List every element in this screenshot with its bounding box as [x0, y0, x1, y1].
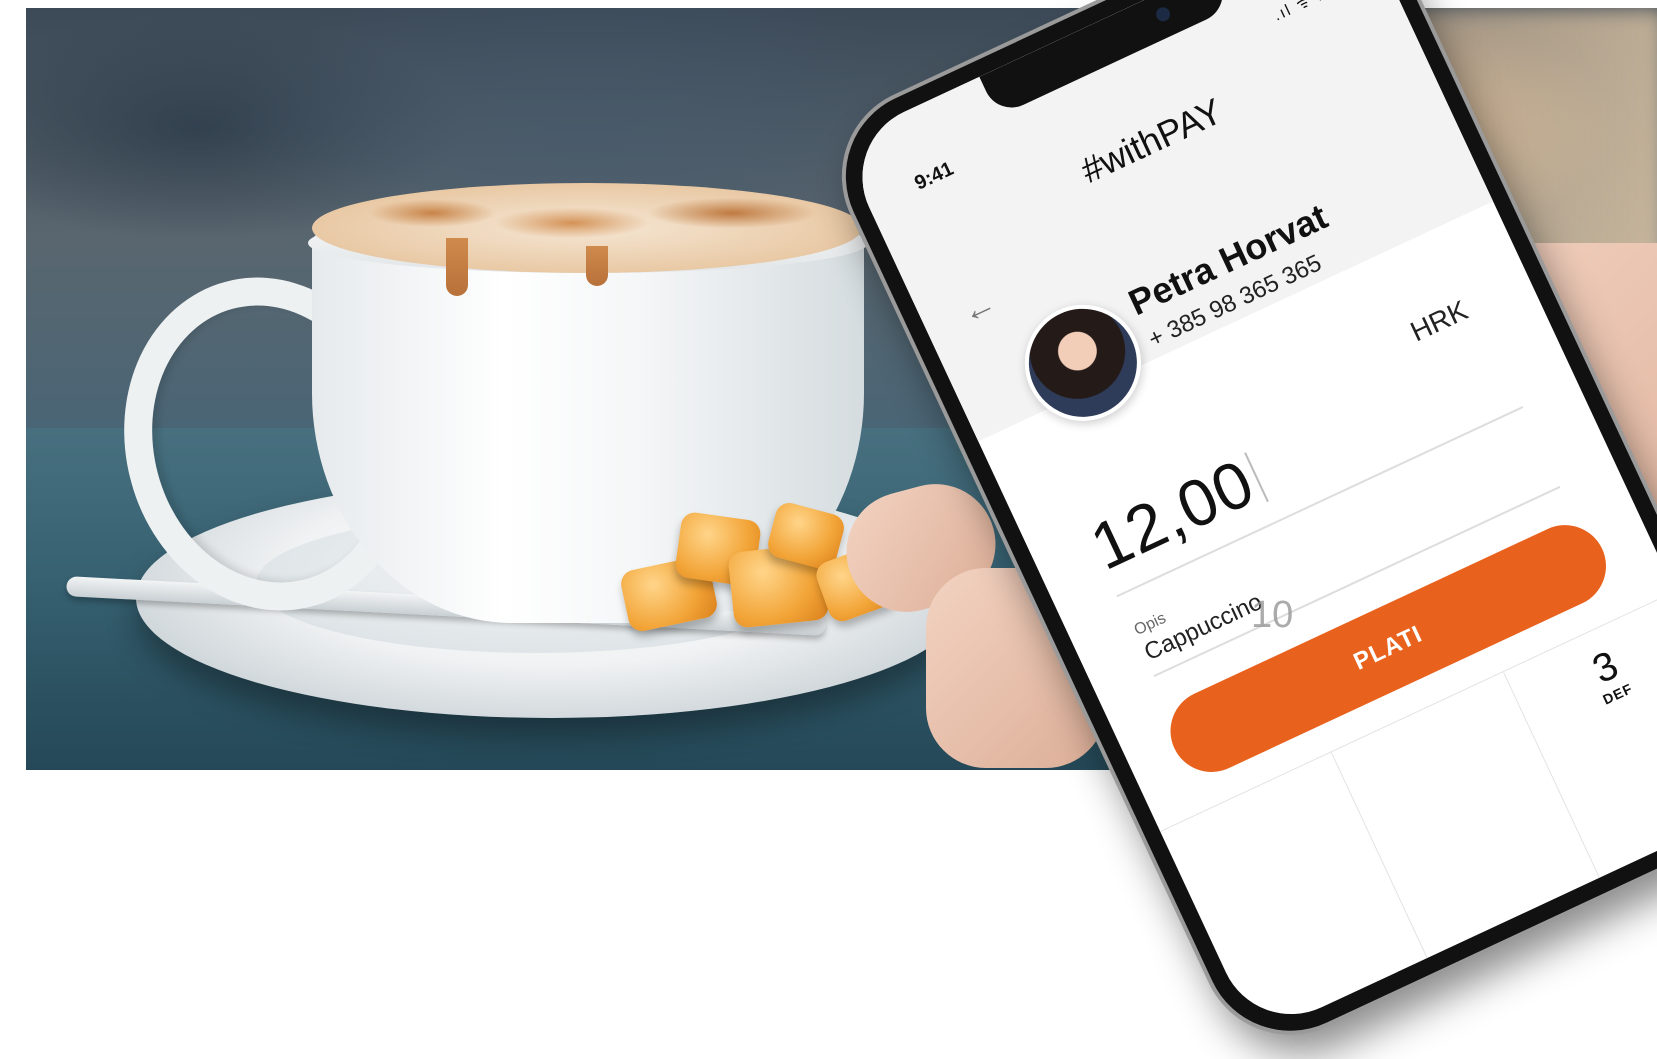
currency-label[interactable]: HRK [1406, 294, 1473, 348]
amount-input[interactable]: 12,00 [1079, 440, 1273, 584]
caramel-drip [586, 246, 608, 286]
amount-value: 12,00 [1079, 444, 1266, 584]
camera-icon [1153, 4, 1173, 24]
overlay-number: 10 [1251, 594, 1294, 636]
caramel-drip [446, 238, 468, 296]
